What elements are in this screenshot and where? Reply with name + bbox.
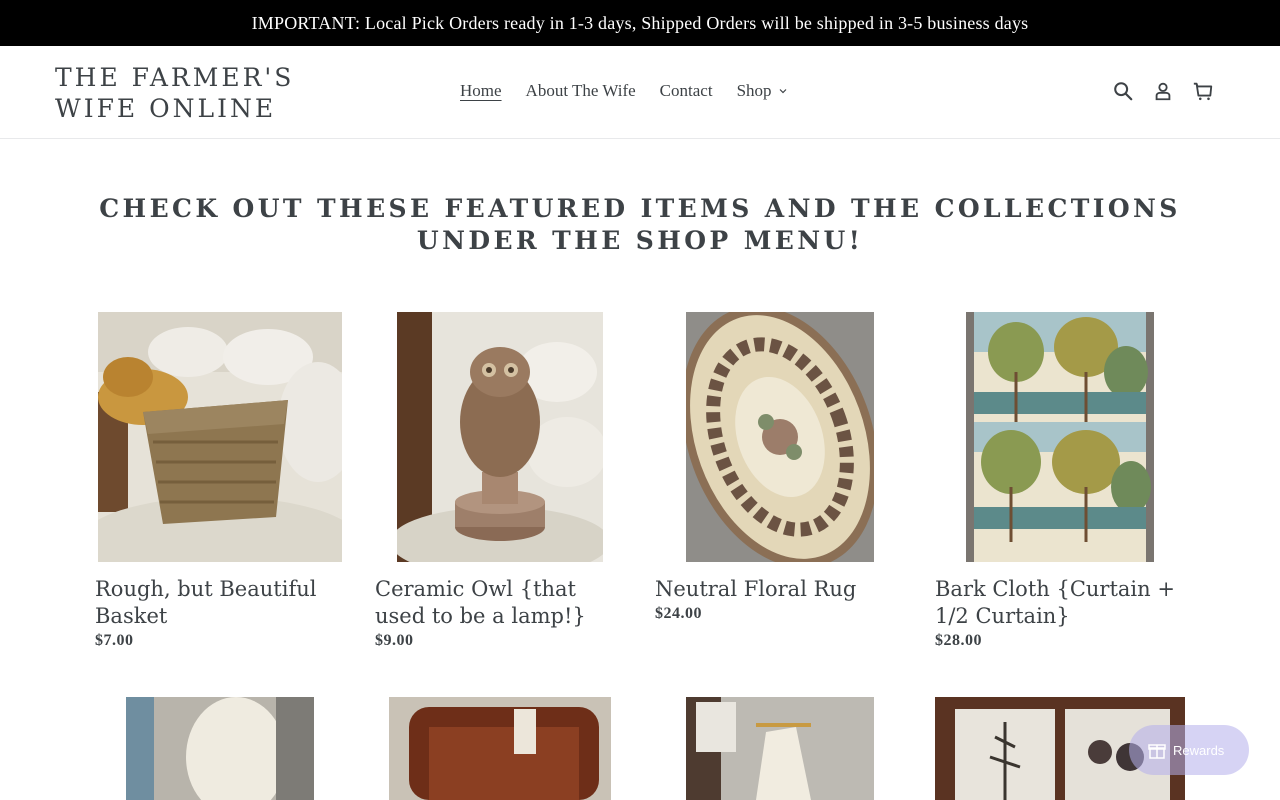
nav-shop[interactable]: Shop (737, 81, 788, 101)
product-title[interactable]: Bark Cloth {Curtain + 1/2 Curtain} (935, 576, 1190, 630)
chevron-down-icon (779, 89, 786, 94)
logo-line-2: WIFE ONLINE (55, 94, 277, 123)
product-image[interactable] (966, 312, 1154, 562)
account-icon[interactable] (1152, 80, 1176, 104)
announcement-bar: IMPORTANT: Local Pick Orders ready in 1-… (0, 0, 1280, 46)
product-price: $7.00 (95, 632, 134, 649)
product-title[interactable]: Neutral Floral Rug (655, 576, 910, 603)
featured-section-title: CHECK OUT THESE FEATURED ITEMS AND THE C… (99, 194, 1181, 255)
nav-contact[interactable]: Contact (660, 81, 713, 101)
product-image[interactable] (686, 312, 874, 562)
product-price: $9.00 (375, 632, 414, 649)
product-title[interactable]: Rough, but Beautiful Basket (95, 576, 350, 630)
site-logo[interactable]: THE FARMER'S WIFE ONLINE (55, 62, 315, 124)
search-icon[interactable] (1112, 80, 1136, 104)
product-title[interactable]: Ceramic Owl {that used to be a lamp!} (375, 576, 630, 630)
rewards-label: Rewards (1173, 742, 1225, 758)
rewards-button[interactable]: Rewards (1129, 725, 1249, 775)
product-image[interactable] (98, 312, 342, 562)
product-image[interactable] (389, 697, 611, 800)
nav-about-the-wife[interactable]: About The Wife (526, 81, 636, 101)
product-price: $28.00 (935, 632, 982, 649)
product-image[interactable] (686, 697, 874, 800)
nav-shop-label: Shop (736, 81, 772, 100)
cart-icon[interactable] (1192, 80, 1216, 104)
logo-line-1: THE FARMER'S (55, 63, 295, 92)
product-price: $24.00 (655, 605, 702, 622)
nav-home[interactable]: Home (460, 81, 502, 101)
gift-icon (1148, 744, 1166, 759)
site-header: THE FARMER'S WIFE ONLINE Home About The … (0, 46, 1280, 139)
product-image[interactable] (397, 312, 603, 562)
product-image[interactable] (126, 697, 314, 800)
announcement-text: IMPORTANT: Local Pick Orders ready in 1-… (251, 12, 1029, 33)
main-nav: Home About The Wife Contact Shop (460, 81, 812, 101)
header-icons (1096, 80, 1216, 104)
